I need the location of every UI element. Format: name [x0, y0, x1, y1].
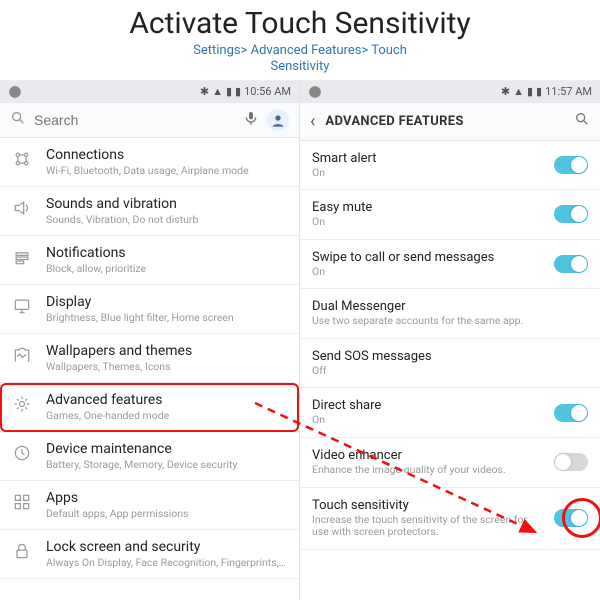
af-item-send-sos-messages[interactable]: Send SOS messages Off [300, 339, 600, 389]
settings-item-title: Wallpapers and themes [46, 343, 287, 359]
wallpapers-icon [10, 343, 34, 365]
settings-item-advanced[interactable]: Advanced features Games, One-handed mode [0, 383, 299, 432]
settings-item-sub: Block, allow, prioritize [46, 262, 287, 275]
settings-item-sound[interactable]: Sounds and vibration Sounds, Vibration, … [0, 187, 299, 236]
display-icon [10, 294, 34, 316]
af-item-sub: On [312, 167, 546, 180]
mic-icon[interactable] [243, 110, 259, 130]
breadcrumb: Settings> Advanced Features> Touch Sensi… [0, 43, 600, 76]
settings-item-sub: Battery, Storage, Memory, Device securit… [46, 458, 287, 471]
reddit-icon [308, 85, 322, 99]
settings-item-sub: Default apps, App permissions [46, 507, 287, 520]
settings-item-apps[interactable]: Apps Default apps, App permissions [0, 481, 299, 530]
advanced-icon [10, 392, 34, 414]
af-item-touch-sensitivity[interactable]: Touch sensitivity Increase the touch sen… [300, 488, 600, 550]
toggle-direct-share[interactable] [554, 404, 588, 422]
af-item-title: Dual Messenger [312, 299, 588, 314]
toggle-swipe-to-call-or-send-messages[interactable] [554, 255, 588, 273]
settings-item-notifications[interactable]: Notifications Block, allow, prioritize [0, 236, 299, 285]
search-icon[interactable] [574, 111, 590, 131]
af-item-sub: Use two separate accounts for the same a… [312, 315, 588, 328]
maintenance-icon [10, 441, 34, 463]
af-item-title: Video enhancer [312, 448, 546, 463]
advanced-features-header: ‹ ADVANCED FEATURES [300, 103, 600, 141]
status-time-right: 11:57 AM [545, 85, 592, 98]
status-bar-right: ✱ ▲ ▮ ▮ 11:57 AM [300, 81, 600, 103]
breadcrumb-line-2: Sensitivity [271, 59, 330, 74]
toggle-video-enhancer[interactable] [554, 453, 588, 471]
af-item-sub: On [312, 216, 546, 229]
settings-item-wallpapers[interactable]: Wallpapers and themes Wallpapers, Themes… [0, 334, 299, 383]
sound-icon [10, 196, 34, 218]
af-item-swipe-to-call-or-send-messages[interactable]: Swipe to call or send messages On [300, 240, 600, 290]
status-time: 10:56 AM [244, 85, 291, 98]
search-input[interactable] [34, 112, 235, 128]
af-item-smart-alert[interactable]: Smart alert On [300, 141, 600, 191]
settings-item-display[interactable]: Display Brightness, Blue light filter, H… [0, 285, 299, 334]
wifi-icon: ▲ [212, 85, 223, 98]
settings-item-title: Display [46, 294, 287, 310]
avatar[interactable] [267, 109, 289, 131]
settings-item-title: Device maintenance [46, 441, 287, 457]
toggle-touch-sensitivity[interactable] [554, 509, 588, 527]
search-row [0, 103, 299, 138]
panels: ✱ ▲ ▮ ▮ 10:56 AM Connections Wi-Fi, Blue… [0, 80, 600, 600]
settings-item-sub: Games, One-handed mode [46, 409, 287, 422]
settings-item-title: Notifications [46, 245, 287, 261]
af-item-sub: On [312, 414, 546, 427]
back-icon[interactable]: ‹ [310, 111, 315, 132]
advanced-features-title: ADVANCED FEATURES [325, 114, 564, 129]
af-item-sub: Off [312, 365, 588, 378]
af-item-easy-mute[interactable]: Easy mute On [300, 190, 600, 240]
reddit-icon [8, 85, 22, 99]
settings-item-sub: Always On Display, Face Recognition, Fin… [46, 556, 287, 569]
af-item-sub: Enhance the image quality of your videos… [312, 464, 546, 477]
settings-item-sub: Wallpapers, Themes, Icons [46, 360, 287, 373]
af-item-direct-share[interactable]: Direct share On [300, 388, 600, 438]
af-item-title: Easy mute [312, 200, 546, 215]
notifications-icon [10, 245, 34, 267]
bluetooth-icon: ✱ [501, 85, 510, 98]
advanced-features-panel: ✱ ▲ ▮ ▮ 11:57 AM ‹ ADVANCED FEATURES Sma… [300, 80, 600, 600]
apps-icon [10, 490, 34, 512]
signal-icon: ▮ [226, 85, 232, 98]
settings-item-title: Connections [46, 147, 287, 163]
settings-item-title: Advanced features [46, 392, 287, 408]
settings-item-title: Sounds and vibration [46, 196, 287, 212]
connections-icon [10, 147, 34, 169]
battery-icon: ▮ [235, 85, 241, 98]
settings-item-maintenance[interactable]: Device maintenance Battery, Storage, Mem… [0, 432, 299, 481]
af-item-sub: On [312, 266, 546, 279]
toggle-easy-mute[interactable] [554, 205, 588, 223]
search-icon[interactable] [10, 110, 26, 130]
settings-item-sub: Brightness, Blue light filter, Home scre… [46, 311, 287, 324]
settings-list: Connections Wi-Fi, Bluetooth, Data usage… [0, 138, 299, 579]
af-item-title: Send SOS messages [312, 349, 588, 364]
af-item-title: Swipe to call or send messages [312, 250, 546, 265]
advanced-features-list: Smart alert On Easy mute On Swipe to cal… [300, 141, 600, 550]
breadcrumb-line-1: Settings> Advanced Features> Touch [193, 43, 407, 58]
lock-icon [10, 539, 34, 561]
page-title: Activate Touch Sensitivity [0, 0, 600, 41]
settings-item-title: Apps [46, 490, 287, 506]
af-item-title: Touch sensitivity [312, 498, 546, 513]
battery-icon: ▮ [536, 85, 542, 98]
settings-item-title: Lock screen and security [46, 539, 287, 555]
settings-item-lock[interactable]: Lock screen and security Always On Displ… [0, 530, 299, 579]
af-item-sub: Increase the touch sensitivity of the sc… [312, 514, 546, 539]
af-item-title: Smart alert [312, 151, 546, 166]
wifi-icon: ▲ [513, 85, 524, 98]
toggle-smart-alert[interactable] [554, 156, 588, 174]
bluetooth-icon: ✱ [200, 85, 209, 98]
settings-item-connections[interactable]: Connections Wi-Fi, Bluetooth, Data usage… [0, 138, 299, 187]
settings-item-sub: Wi-Fi, Bluetooth, Data usage, Airplane m… [46, 164, 287, 177]
af-item-video-enhancer[interactable]: Video enhancer Enhance the image quality… [300, 438, 600, 488]
status-bar-left: ✱ ▲ ▮ ▮ 10:56 AM [0, 81, 299, 103]
settings-item-sub: Sounds, Vibration, Do not disturb [46, 213, 287, 226]
settings-panel: ✱ ▲ ▮ ▮ 10:56 AM Connections Wi-Fi, Blue… [0, 80, 300, 600]
signal-icon: ▮ [527, 85, 533, 98]
af-item-dual-messenger[interactable]: Dual Messenger Use two separate accounts… [300, 289, 600, 339]
af-item-title: Direct share [312, 398, 546, 413]
